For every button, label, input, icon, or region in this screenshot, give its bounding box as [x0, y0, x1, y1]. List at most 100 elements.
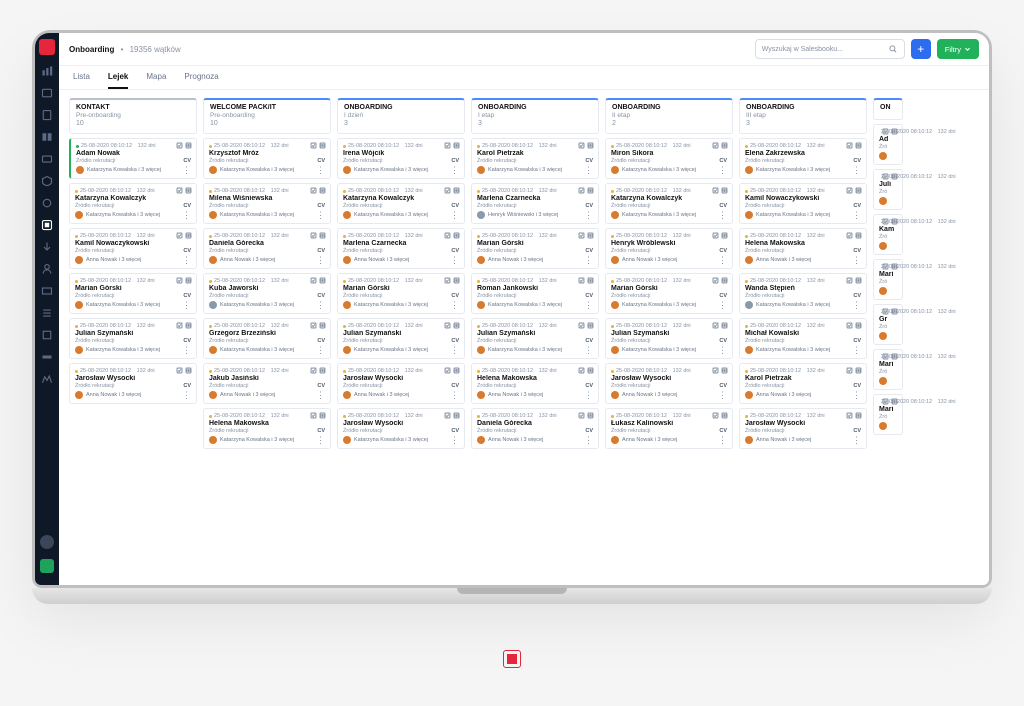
card-action-icons[interactable]: [578, 187, 594, 194]
kanban-card[interactable]: 25-08-2020 08:10:12 132 dni Kuba Jaworsk…: [203, 273, 331, 314]
card-menu-icon[interactable]: ⋮: [182, 347, 191, 353]
kanban-card[interactable]: 25-08-2020 08:10:12 132 dni Julian Szyma…: [471, 318, 599, 359]
sidebar-item[interactable]: [35, 131, 59, 143]
card-action-icons[interactable]: [882, 173, 898, 180]
card-menu-icon[interactable]: ⋮: [718, 347, 727, 353]
kanban-card[interactable]: 25-08-2020 08:10:12 132 dni Krzysztof Mr…: [203, 138, 331, 179]
card-menu-icon[interactable]: ⋮: [182, 167, 191, 173]
kanban-card[interactable]: 25-08-2020 08:10:12 132 dni Łukasz Kalin…: [605, 408, 733, 449]
card-action-icons[interactable]: [310, 322, 326, 329]
card-menu-icon[interactable]: ⋮: [450, 392, 459, 398]
card-menu-icon[interactable]: ⋮: [182, 392, 191, 398]
card-menu-icon[interactable]: ⋮: [584, 347, 593, 353]
add-button[interactable]: +: [911, 39, 931, 59]
card-menu-icon[interactable]: ⋮: [450, 257, 459, 263]
kanban-card[interactable]: 25-08-2020 08:10:12 132 dni Karol Pietrz…: [739, 363, 867, 404]
card-menu-icon[interactable]: ⋮: [852, 302, 861, 308]
kanban-card[interactable]: 25-08-2020 08:10:12 132 dni Ad Źró: [873, 124, 903, 165]
card-action-icons[interactable]: [846, 367, 862, 374]
card-menu-icon[interactable]: ⋮: [852, 257, 861, 263]
card-menu-icon[interactable]: ⋮: [316, 167, 325, 173]
card-action-icons[interactable]: [712, 322, 728, 329]
card-action-icons[interactable]: [882, 353, 898, 360]
kanban-card[interactable]: 25-08-2020 08:10:12 132 dni Kam Źró: [873, 214, 903, 255]
card-menu-icon[interactable]: ⋮: [316, 347, 325, 353]
card-menu-icon[interactable]: ⋮: [182, 212, 191, 218]
column-header[interactable]: ON: [873, 98, 903, 120]
kanban-card[interactable]: 25-08-2020 08:10:12 132 dni Daniela Góre…: [471, 408, 599, 449]
kanban-card[interactable]: 25-08-2020 08:10:12 132 dni Helena Makow…: [471, 363, 599, 404]
sidebar-item[interactable]: [35, 329, 59, 341]
card-action-icons[interactable]: [578, 277, 594, 284]
card-menu-icon[interactable]: ⋮: [852, 212, 861, 218]
kanban-card[interactable]: 25-08-2020 08:10:12 132 dni Mari Źró: [873, 349, 903, 390]
card-action-icons[interactable]: [578, 142, 594, 149]
card-menu-icon[interactable]: ⋮: [718, 392, 727, 398]
kanban-card[interactable]: 25-08-2020 08:10:12 132 dni Henryk Wróbl…: [605, 228, 733, 269]
kanban-card[interactable]: 25-08-2020 08:10:12 132 dni Katarzyna Ko…: [337, 183, 465, 224]
card-action-icons[interactable]: [310, 367, 326, 374]
card-menu-icon[interactable]: ⋮: [316, 392, 325, 398]
user-avatar-icon[interactable]: [40, 535, 54, 549]
kanban-card[interactable]: 25-08-2020 08:10:12 132 dni Mari Źró: [873, 259, 903, 300]
card-action-icons[interactable]: [176, 232, 192, 239]
card-action-icons[interactable]: [882, 263, 898, 270]
card-action-icons[interactable]: [444, 277, 460, 284]
card-action-icons[interactable]: [882, 218, 898, 225]
card-action-icons[interactable]: [176, 277, 192, 284]
tab-lejek[interactable]: Lejek: [108, 72, 128, 89]
help-icon[interactable]: [40, 559, 54, 573]
card-action-icons[interactable]: [578, 232, 594, 239]
tab-mapa[interactable]: Mapa: [146, 72, 166, 89]
column-header[interactable]: WELCOME PACK/IT Pre-onboarding 10: [203, 98, 331, 134]
kanban-card[interactable]: 25-08-2020 08:10:12 132 dni Jarosław Wys…: [605, 363, 733, 404]
sidebar-item[interactable]: [35, 351, 59, 363]
card-menu-icon[interactable]: ⋮: [718, 212, 727, 218]
kanban-card[interactable]: 25-08-2020 08:10:12 132 dni Marlena Czar…: [337, 228, 465, 269]
card-action-icons[interactable]: [444, 187, 460, 194]
sidebar-item[interactable]: [35, 307, 59, 319]
kanban-card[interactable]: 25-08-2020 08:10:12 132 dni Katarzyna Ko…: [605, 183, 733, 224]
card-action-icons[interactable]: [712, 277, 728, 284]
kanban-card[interactable]: 25-08-2020 08:10:12 132 dni Jarosław Wys…: [739, 408, 867, 449]
kanban-card[interactable]: 25-08-2020 08:10:12 132 dni Jarosław Wys…: [337, 363, 465, 404]
card-menu-icon[interactable]: ⋮: [584, 302, 593, 308]
sidebar-item[interactable]: [35, 65, 59, 77]
kanban-card[interactable]: 25-08-2020 08:10:12 132 dni Helena Makow…: [739, 228, 867, 269]
kanban-card[interactable]: 25-08-2020 08:10:12 132 dni Miron Sikora…: [605, 138, 733, 179]
kanban-card[interactable]: 25-08-2020 08:10:12 132 dni Julian Szyma…: [605, 318, 733, 359]
kanban-card[interactable]: 25-08-2020 08:10:12 132 dni Helena Makow…: [203, 408, 331, 449]
kanban-card[interactable]: 25-08-2020 08:10:12 132 dni Jarosław Wys…: [337, 408, 465, 449]
column-header[interactable]: ONBOARDING III etap 3: [739, 98, 867, 134]
card-menu-icon[interactable]: ⋮: [718, 437, 727, 443]
card-action-icons[interactable]: [444, 322, 460, 329]
card-action-icons[interactable]: [882, 128, 898, 135]
card-menu-icon[interactable]: ⋮: [450, 302, 459, 308]
card-menu-icon[interactable]: ⋮: [718, 257, 727, 263]
card-action-icons[interactable]: [444, 232, 460, 239]
filter-button[interactable]: Filtry: [937, 39, 979, 59]
card-action-icons[interactable]: [310, 232, 326, 239]
sidebar-item[interactable]: [35, 175, 59, 187]
card-action-icons[interactable]: [846, 187, 862, 194]
card-action-icons[interactable]: [712, 412, 728, 419]
sidebar-item[interactable]: [35, 197, 59, 209]
kanban-card[interactable]: 25-08-2020 08:10:12 132 dni Kamil Nowacz…: [739, 183, 867, 224]
card-menu-icon[interactable]: ⋮: [316, 437, 325, 443]
kanban-card[interactable]: 25-08-2020 08:10:12 132 dni Mari Źró: [873, 394, 903, 435]
card-action-icons[interactable]: [712, 232, 728, 239]
card-action-icons[interactable]: [846, 412, 862, 419]
sidebar-item[interactable]: [35, 87, 59, 99]
card-action-icons[interactable]: [310, 412, 326, 419]
card-menu-icon[interactable]: ⋮: [450, 347, 459, 353]
card-menu-icon[interactable]: ⋮: [450, 212, 459, 218]
card-menu-icon[interactable]: ⋮: [450, 167, 459, 173]
card-action-icons[interactable]: [310, 187, 326, 194]
card-action-icons[interactable]: [712, 142, 728, 149]
kanban-card[interactable]: 25-08-2020 08:10:12 132 dni Katarzyna Ko…: [69, 183, 197, 224]
column-header[interactable]: ONBOARDING I dzień 3: [337, 98, 465, 134]
card-menu-icon[interactable]: ⋮: [450, 437, 459, 443]
kanban-card[interactable]: 25-08-2020 08:10:12 132 dni Jakub Jasińs…: [203, 363, 331, 404]
kanban-card[interactable]: 25-08-2020 08:10:12 132 dni Daniela Góre…: [203, 228, 331, 269]
kanban-card[interactable]: 25-08-2020 08:10:12 132 dni Roman Jankow…: [471, 273, 599, 314]
